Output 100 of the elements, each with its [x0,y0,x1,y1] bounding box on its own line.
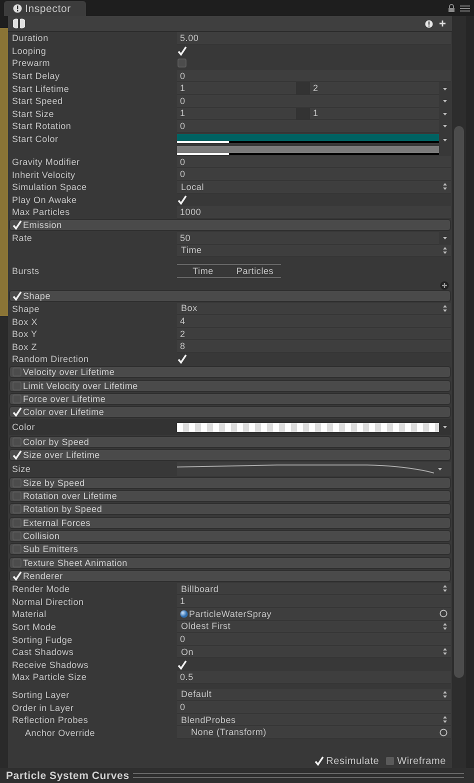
dropdown[interactable]: Billboard [177,582,451,596]
value-field[interactable]: 1 [310,108,439,120]
property-label: Gravity Modifier [11,157,80,168]
dropdown[interactable]: BlendProbes [177,714,451,726]
module-header[interactable]: Texture Sheet Animation [9,556,451,569]
value-field[interactable]: 2 [177,328,451,340]
checkbox[interactable] [12,380,22,391]
scrollbar-thumb[interactable] [454,126,464,678]
checkmark-icon[interactable] [12,220,22,230]
lock-icon[interactable] [448,4,455,12]
dropdown[interactable]: Local [177,180,451,194]
value-field[interactable]: 0.5 [177,671,451,684]
property-label: Prewarm [11,58,50,68]
module-header[interactable]: Limit Velocity over Lifetime [9,380,451,392]
value-field[interactable]: 4 [177,315,451,328]
property-label: Sort Mode [11,622,56,632]
value-field[interactable]: 0 [177,156,451,168]
module-header[interactable]: Renderer [9,570,451,582]
object-field[interactable]: None (Transform) [177,726,451,739]
value-field[interactable]: 1 [177,595,451,608]
target-icon[interactable] [439,728,448,737]
property-label: Shape [11,304,40,314]
gradient-swatch[interactable] [177,422,439,432]
property-label: Render Mode [11,584,70,594]
dropdown[interactable]: Default [177,688,451,702]
checkmark-icon[interactable] [177,194,187,205]
checkmark-icon[interactable] [314,756,324,766]
module-header[interactable]: Collision [9,530,451,542]
module-header[interactable]: Force over Lifetime [9,393,451,406]
menu-icon[interactable] [460,4,470,12]
property-label: Start Size [11,108,54,119]
value-field[interactable]: 0 [177,701,451,714]
checkmark-icon[interactable] [177,660,187,670]
module-header[interactable]: Emission [9,219,451,232]
value-field[interactable]: 0 [177,168,451,181]
checkbox[interactable] [12,367,22,378]
dropdown[interactable]: On [177,646,451,658]
module-header[interactable]: Shape [9,290,451,302]
module-header[interactable]: Size by Speed [9,476,451,489]
info-icon [13,4,22,13]
dropdown[interactable]: Box [177,302,451,316]
module-header[interactable]: Size over Lifetime [9,449,451,462]
value-field[interactable]: 1000 [177,206,451,219]
module-header[interactable]: External Forces [9,516,451,529]
checkmark-icon[interactable] [177,354,187,364]
value-field[interactable]: 5.00 [177,32,451,45]
add-icon[interactable] [440,281,449,290]
value-field[interactable]: 8 [177,340,451,354]
checkbox[interactable] [12,518,22,528]
color-swatch[interactable] [177,146,439,155]
checkbox[interactable] [385,756,396,766]
checkmark-icon[interactable] [12,407,22,418]
dropdown[interactable]: Oldest First [177,620,451,634]
curve-preview[interactable] [177,464,434,474]
checkmark-icon[interactable] [177,46,187,56]
target-icon[interactable] [439,609,448,618]
property-label: Receive Shadows [11,660,89,670]
checkbox[interactable] [12,436,22,447]
value-field[interactable]: 0 [177,120,439,133]
up-down-arrow-icon [442,690,448,699]
value-field[interactable]: 1 [177,82,296,95]
checkmark-icon[interactable] [12,450,22,460]
property-label: Box Z [11,342,38,352]
checkbox[interactable] [12,531,22,542]
module-header[interactable]: Velocity over Lifetime [9,366,451,378]
value-field[interactable]: 2 [310,82,439,95]
checkbox[interactable] [12,490,22,501]
checkbox[interactable] [12,478,22,488]
option-label: Resimulate [326,756,380,766]
dropdown[interactable]: Time [177,244,451,258]
option-label: Wireframe [397,756,446,766]
value-field[interactable]: 0 [177,633,451,646]
checkmark-icon[interactable] [12,290,22,301]
value-field[interactable]: 0 [177,70,451,82]
module-header[interactable]: Color by Speed [9,436,451,448]
property-label: Inherit Velocity [11,170,76,180]
checkbox[interactable] [12,558,22,568]
property-label: Looping [11,46,46,56]
help-icon[interactable] [425,20,433,28]
plus-icon[interactable] [439,20,446,27]
property-label: Sorting Fudge [11,634,72,645]
checkbox[interactable] [12,544,22,554]
value-field[interactable]: 0 [177,94,439,108]
module-header[interactable]: Rotation over Lifetime [9,490,451,502]
value-field[interactable]: 1 [177,108,296,120]
module-header[interactable]: Sub Emitters [9,543,451,556]
value-field[interactable]: 50 [177,232,439,245]
module-header[interactable]: Color over Lifetime [9,406,451,418]
checkmark-icon[interactable] [12,571,22,582]
scrollbar[interactable] [452,16,466,768]
checkbox[interactable] [12,504,22,514]
section-title: Particle System Curves [6,770,130,782]
color-swatch[interactable] [177,134,439,143]
checkbox[interactable] [177,58,187,68]
module-header[interactable]: Rotation by Speed [9,503,451,516]
inspector-tab[interactable]: Inspector [4,1,86,16]
object-field[interactable]: ParticleWaterSpray [177,608,451,621]
property-label: Bursts [11,266,40,276]
property-label: Start Speed [11,96,63,106]
checkbox[interactable] [12,394,22,404]
